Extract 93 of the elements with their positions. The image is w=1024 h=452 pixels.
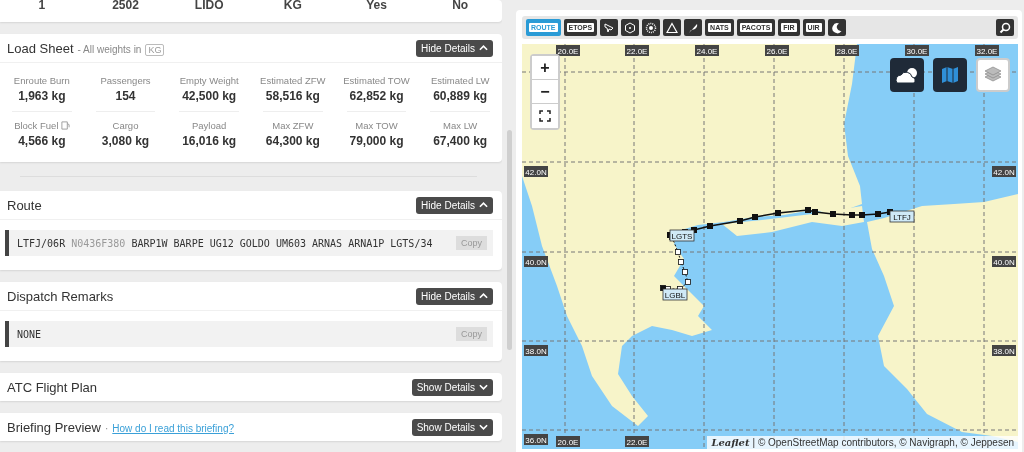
grid-label: 24.0E [695,45,719,56]
dotted-circle-icon [645,21,658,34]
table-cell-text: Yes [365,0,388,12]
layers-button[interactable] [976,58,1010,92]
grid-label: 42.0N [992,166,1016,177]
weight-value: 3,080 kg [101,134,150,148]
fuel-icon [60,121,70,130]
table-cell-text: 2502 [111,0,140,12]
airport-label: LGBL [662,288,688,301]
attribution-text: | © OpenStreetMap contributors, © Navigraph, © Jeppesen [752,437,1014,448]
hide-details-button[interactable]: Hide Details [416,196,493,214]
weight-value: 79,000 kg [349,134,404,148]
weight-label: Estimated ZFW [260,75,326,86]
code-text: LTFJ/06R N0436F380 BARP1W BARPE UG12 GOLDO UM603 ARNAS ARNA1P LGTS/34 [17,237,433,249]
table-cell-text: No [451,0,470,12]
map-icon [940,65,960,85]
search-icon [999,21,1011,34]
weight-value: 58,516 kg [265,89,320,103]
chevron-up-icon [479,202,488,208]
weight-label: Max ZFW [272,120,314,131]
weight-value: 67,400 kg [433,134,488,148]
grid-label: 28.0E [835,45,859,56]
chevron-down-icon [479,424,488,430]
weight-label: Payload [192,120,227,131]
section-title: Dispatch Remarks [7,288,114,304]
weight-value: 16,016 kg [182,134,237,148]
section-title: ATC Flight Plan [7,379,98,395]
grid-label: 20.0E [556,45,580,56]
grid-label: 40.0N [524,256,548,267]
grid-label: 38.0N [524,345,548,356]
weight-value: 4,566 kg [18,134,66,148]
table-cell-text: LIDO [193,0,225,12]
leaflet-link[interactable]: Leaflet [711,437,750,448]
map-layer-button[interactable] [600,19,619,36]
moon-icon [830,21,843,34]
grid-label: 38.0N [992,345,1016,356]
weight-value: 60,889 kg [433,89,488,103]
table-cell-text: 1 [37,0,47,12]
hexagon-icon [624,21,637,34]
grid-label: 22.0E [625,436,649,447]
map-layer-button[interactable] [684,19,703,36]
map-layer-button[interactable] [663,19,682,36]
grid-label: 42.0N [524,166,548,177]
zoom-in-button[interactable]: + [532,56,558,80]
weight-value: 62,852 kg [349,89,404,103]
weight-label: Empty Weight [179,75,239,86]
fullscreen-icon [539,110,551,122]
chevron-down-icon [479,384,488,390]
grid-label: 26.0E [765,45,789,56]
map-style-button[interactable] [933,58,967,92]
cloud-sun-icon [894,65,920,85]
weight-label: Block Fuel [14,120,59,131]
code-text: NONE [17,328,42,340]
unit-tag: KG [145,43,165,56]
section-title: Route [7,197,42,213]
airport-label: LTFJ [889,210,915,223]
weight-label: Enroute Burn [13,75,70,86]
grid-label: 32.0E [975,45,999,56]
grid-label: 36.0N [524,434,548,445]
map-layer-button[interactable] [827,19,846,36]
weight-value: 1,963 kg [18,89,66,103]
map-layer-button[interactable] [642,19,661,36]
weight-label: Estimated LW [430,75,490,86]
grid-label: 20.0E [556,436,580,447]
hide-details-button[interactable]: Hide Details [416,39,493,57]
weight-label: Max TOW [355,120,398,131]
table-cell-text: KG [282,0,303,12]
map-layer-button[interactable] [621,19,640,36]
grid-label: 40.0N [992,256,1016,267]
show-details-button[interactable]: Show Details [411,418,493,436]
section-subtitle: - All weights in [77,43,142,55]
weight-value: 42,500 kg [182,89,237,103]
show-details-button[interactable]: Show Details [411,378,493,396]
scrollbar[interactable] [506,130,512,350]
section-title: Load Sheet [7,40,74,56]
zoom-search-button[interactable] [996,19,1014,36]
separator-dot: · [104,422,109,434]
weight-value: 154 [115,89,136,103]
triangle-icon [666,21,679,34]
weight-label: Passengers [100,75,151,86]
weather-button[interactable] [890,58,924,92]
weight-label: Cargo [112,120,139,131]
section-title: Briefing Preview [7,419,101,435]
chevron-up-icon [479,45,488,51]
weight-label: Estimated TOW [343,75,410,86]
airport-label: LGTS [669,229,695,242]
weight-label: Max LW [443,120,478,131]
grid-label: 30.0E [905,45,929,56]
chevron-up-icon [479,293,488,299]
hide-details-button[interactable]: Hide Details [416,287,493,305]
plane-icon [603,21,616,34]
weight-value: 64,300 kg [265,134,320,148]
grid-label: 22.0E [625,45,649,56]
